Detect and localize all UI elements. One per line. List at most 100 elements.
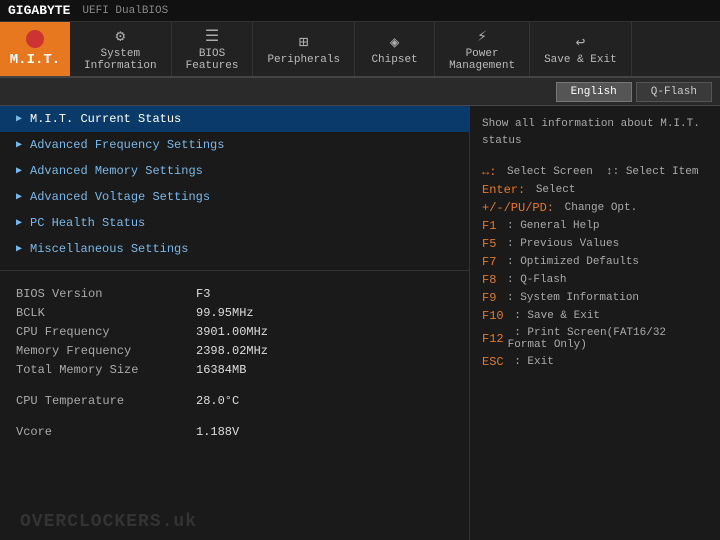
dual-bios-label: UEFI DualBIOS — [82, 5, 168, 17]
keybind-f12: F12 : Print Screen(FAT16/32 Format Only) — [482, 327, 708, 351]
nav-chipset-label: Chipset — [371, 54, 417, 66]
peripherals-icon: ⊞ — [299, 32, 309, 52]
f7-icon: F7 — [482, 255, 496, 269]
nav-peripherals[interactable]: ⊞ Peripherals — [253, 22, 355, 76]
cpu-freq-value: 3901.00MHz — [196, 325, 268, 339]
keybind-desc: Change Opt. — [558, 202, 637, 214]
nav-bios-features[interactable]: ☰ BIOS Features — [172, 22, 254, 76]
cpu-temp-row: CPU Temperature 28.0°C — [16, 394, 453, 408]
keybind-desc: : Save & Exit — [508, 310, 600, 322]
nav-system-information[interactable]: ⚙ System Information — [70, 22, 172, 76]
right-panel: Show all information about M.I.T. status… — [470, 106, 720, 540]
keybind-enter: Enter: Select — [482, 183, 708, 197]
left-panel: ▶ M.I.T. Current Status ▶ Advanced Frequ… — [0, 106, 470, 540]
save-exit-icon: ↩ — [576, 32, 586, 52]
nav-bios-line2: Features — [186, 60, 239, 72]
total-mem-row: Total Memory Size 16384MB — [16, 363, 453, 377]
nav-power-line2: Management — [449, 60, 515, 72]
f8-icon: F8 — [482, 273, 496, 287]
arrow-icon: ▶ — [16, 139, 22, 151]
qflash-button[interactable]: Q-Flash — [636, 82, 712, 102]
bios-version-value: F3 — [196, 287, 210, 301]
nav-power-management[interactable]: ⚡ Power Management — [435, 22, 530, 76]
keybind-desc: : System Information — [500, 292, 639, 304]
power-icon: ⚡ — [477, 26, 487, 46]
mit-label: M.I.T. — [10, 52, 60, 68]
menu-item-pc-health[interactable]: ▶ PC Health Status — [0, 210, 469, 236]
top-bar: GIGABYTE UEFI DualBIOS — [0, 0, 720, 22]
menu-item-misc[interactable]: ▶ Miscellaneous Settings — [0, 236, 469, 262]
keybind-desc: : Print Screen(FAT16/32 Format Only) — [508, 327, 708, 351]
info-section: BIOS Version F3 BCLK 99.95MHz CPU Freque… — [0, 270, 469, 460]
menu-item-label: PC Health Status — [30, 216, 145, 230]
menu-item-label: Miscellaneous Settings — [30, 242, 188, 256]
menu-item-advanced-memory[interactable]: ▶ Advanced Memory Settings — [0, 158, 469, 184]
mem-freq-label: Memory Frequency — [16, 344, 196, 358]
arrow-icon: ▶ — [16, 165, 22, 177]
keybind-desc: : General Help — [500, 220, 599, 232]
keybind-f8: F8 : Q-Flash — [482, 273, 708, 287]
menu-item-advanced-freq[interactable]: ▶ Advanced Frequency Settings — [0, 132, 469, 158]
lang-bar: English Q-Flash — [0, 78, 720, 106]
keybind-select-screen: ↔: Select Screen ↕: Select Item — [482, 165, 708, 179]
mit-dot — [26, 30, 44, 48]
mit-tab[interactable]: M.I.T. — [0, 22, 70, 76]
english-button[interactable]: English — [556, 82, 632, 102]
main-content: ▶ M.I.T. Current Status ▶ Advanced Frequ… — [0, 106, 720, 540]
nav-save-exit-label: Save & Exit — [544, 54, 617, 66]
menu-item-label: Advanced Voltage Settings — [30, 190, 210, 204]
keybind-desc: Select — [529, 184, 575, 196]
vcore-label: Vcore — [16, 425, 196, 439]
menu-item-label: M.I.T. Current Status — [30, 112, 181, 126]
mem-freq-value: 2398.02MHz — [196, 344, 268, 358]
total-mem-label: Total Memory Size — [16, 363, 196, 377]
arrow-icon: ▶ — [16, 191, 22, 203]
enter-icon: Enter: — [482, 183, 525, 197]
nav-save-exit[interactable]: ↩ Save & Exit — [530, 22, 632, 76]
nav-power-line1: Power — [466, 48, 499, 60]
status-description: Show all information about M.I.T. status — [482, 116, 708, 149]
bios-version-row: BIOS Version F3 — [16, 287, 453, 301]
f9-icon: F9 — [482, 291, 496, 305]
cpu-freq-label: CPU Frequency — [16, 325, 196, 339]
nav-system-line1: System — [101, 48, 141, 60]
menu-item-advanced-voltage[interactable]: ▶ Advanced Voltage Settings — [0, 184, 469, 210]
menu-item-label: Advanced Frequency Settings — [30, 138, 224, 152]
keybind-f5: F5 : Previous Values — [482, 237, 708, 251]
nav-bar: M.I.T. ⚙ System Information ☰ BIOS Featu… — [0, 22, 720, 78]
arrow-icon: ▶ — [16, 243, 22, 255]
total-mem-value: 16384MB — [196, 363, 246, 377]
brand-logo: GIGABYTE — [8, 3, 70, 18]
arrow-icon: ▶ — [16, 217, 22, 229]
keybind-change-opt: +/-/PU/PD: Change Opt. — [482, 201, 708, 215]
arrow-icon: ▶ — [16, 113, 22, 125]
keybind-desc: Select Screen ↕: Select Item — [500, 166, 698, 178]
f10-icon: F10 — [482, 309, 504, 323]
keybind-desc: : Exit — [508, 356, 554, 368]
bclk-value: 99.95MHz — [196, 306, 254, 320]
menu-item-label: Advanced Memory Settings — [30, 164, 203, 178]
menu-item-mit-current[interactable]: ▶ M.I.T. Current Status — [0, 106, 469, 132]
keybind-f1: F1 : General Help — [482, 219, 708, 233]
keybind-f10: F10 : Save & Exit — [482, 309, 708, 323]
bios-version-label: BIOS Version — [16, 287, 196, 301]
keybind-section: ↔: Select Screen ↕: Select Item Enter: S… — [482, 165, 708, 369]
system-info-icon: ⚙ — [115, 26, 125, 46]
keybind-esc: ESC : Exit — [482, 355, 708, 369]
cpu-freq-row: CPU Frequency 3901.00MHz — [16, 325, 453, 339]
bios-features-icon: ☰ — [205, 26, 219, 46]
f12-icon: F12 — [482, 332, 504, 346]
cpu-temp-label: CPU Temperature — [16, 394, 196, 408]
keybind-desc: : Q-Flash — [500, 274, 566, 286]
nav-peripherals-label: Peripherals — [267, 54, 340, 66]
bclk-label: BCLK — [16, 306, 196, 320]
esc-icon: ESC — [482, 355, 504, 369]
vcore-value: 1.188V — [196, 425, 239, 439]
mem-freq-row: Memory Frequency 2398.02MHz — [16, 344, 453, 358]
chipset-icon: ◈ — [390, 32, 400, 52]
nav-chipset[interactable]: ◈ Chipset — [355, 22, 435, 76]
watermark: OVERCLOCKERS.uk — [20, 512, 197, 532]
nav-system-line2: Information — [84, 60, 157, 72]
f1-icon: F1 — [482, 219, 496, 233]
keybind-desc: : Previous Values — [500, 238, 619, 250]
